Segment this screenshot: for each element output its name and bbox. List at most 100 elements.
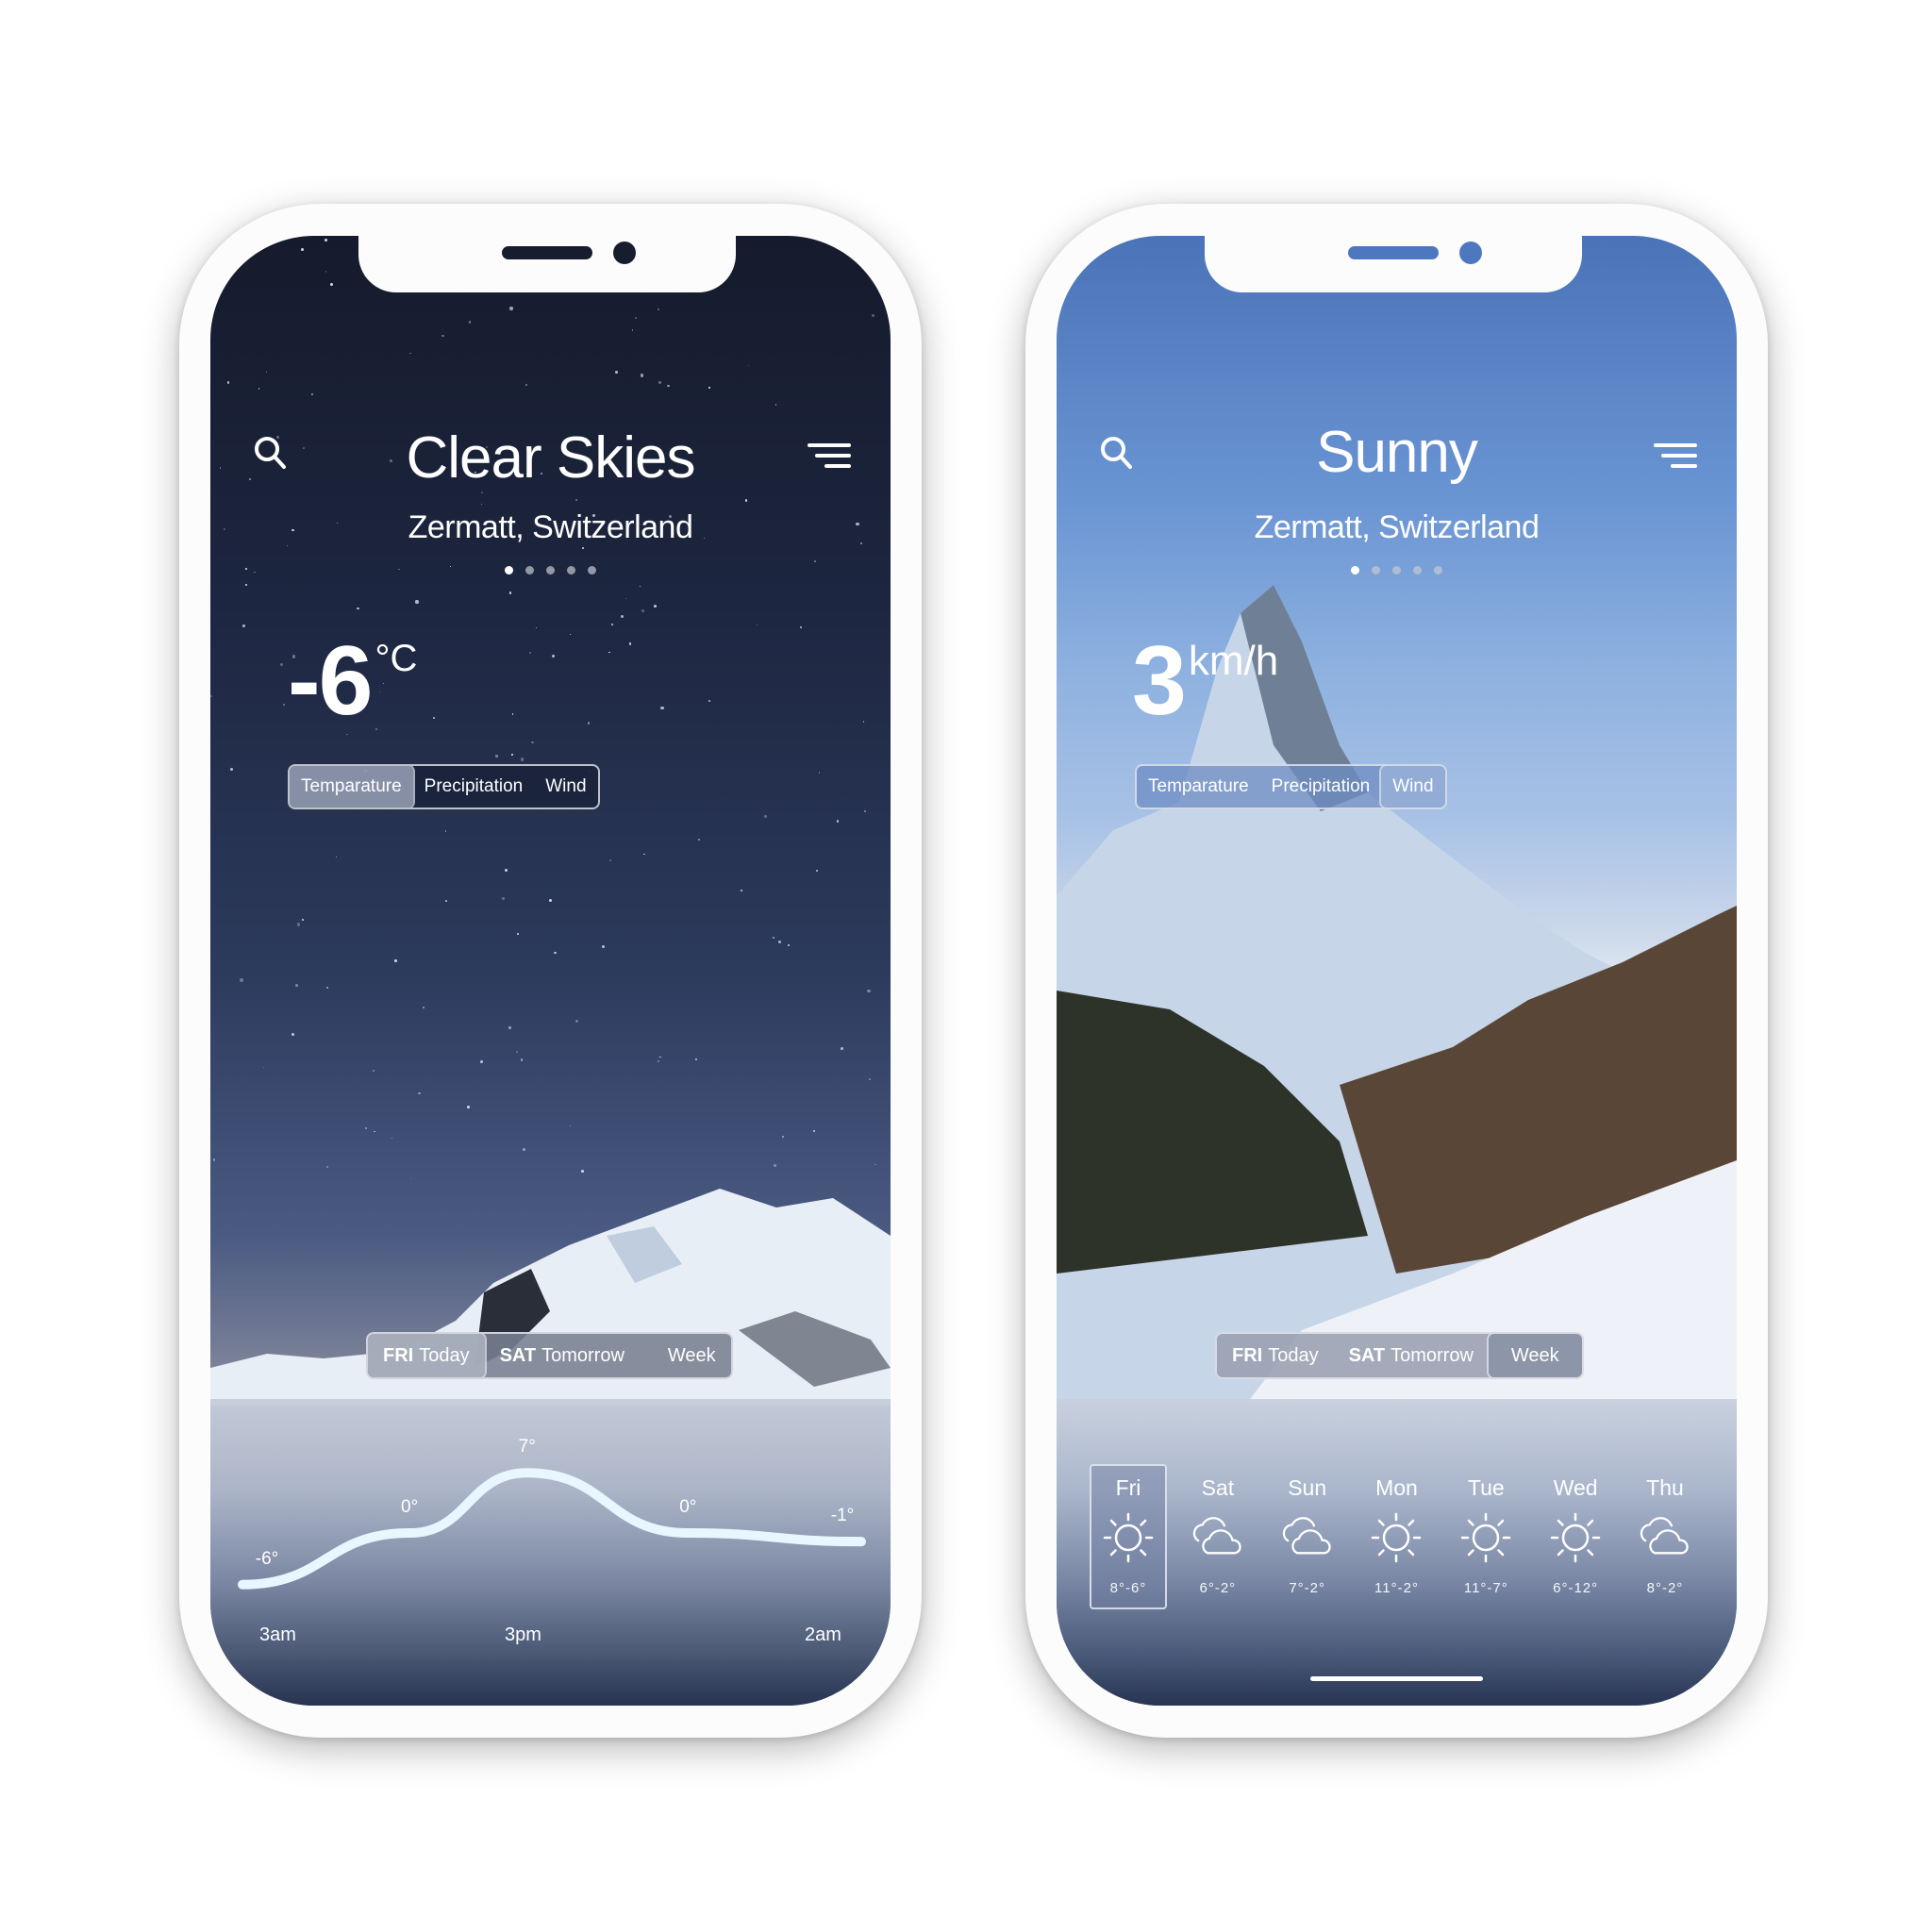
tab-wind[interactable]: Wind [534,766,597,808]
star [391,1138,393,1140]
page-dot[interactable] [1372,566,1380,575]
star [364,1126,367,1129]
hourly-temperature-chart: -6° 0° 7° 0° -1° [238,1437,866,1590]
page-dot[interactable] [1351,566,1359,575]
tab-tomorrow[interactable]: SAT Tomorrow [1334,1334,1489,1377]
data-label: -6° [256,1549,279,1569]
forecast-day-sun[interactable]: Sun 7°-2° [1269,1464,1346,1609]
forecast-day-wed[interactable]: Wed 6°-12° [1537,1464,1614,1609]
forecast-day-mon[interactable]: Mon 11°-2° [1357,1464,1435,1609]
tab-temperature[interactable]: Temparature [1137,766,1260,808]
forecast-day-name: Mon [1375,1475,1418,1500]
forecast-temp-range: 6°-12° [1553,1580,1599,1596]
tab-today[interactable]: FRI Today [368,1334,485,1377]
star [444,830,446,832]
star [643,853,645,856]
page-dot[interactable] [505,566,513,575]
page-dot[interactable] [525,566,534,575]
star [708,387,710,389]
star [641,374,644,377]
forecast-day-name: Wed [1553,1475,1598,1500]
star [469,321,472,324]
star [608,652,610,654]
page-indicator[interactable] [210,566,891,575]
star [814,560,817,563]
star [280,663,284,667]
star [230,767,233,771]
forecast-temp-range: 6°-2° [1199,1580,1237,1596]
star [535,626,537,628]
notch [1205,236,1582,292]
star [660,706,664,710]
star [813,1129,816,1132]
forecast-day-name: Thu [1646,1475,1684,1500]
notch [358,236,736,292]
star [520,758,525,761]
star [409,352,411,354]
star [747,364,750,367]
forecast-day-fri[interactable]: Fri 8°-6° [1090,1464,1167,1609]
star [658,381,661,384]
phone-right: Sunny Zermatt, Switzerland 3 km/h Tempar… [1025,204,1768,1738]
star [581,1169,584,1173]
star [620,614,624,618]
page-dot[interactable] [567,566,575,575]
star [245,584,248,587]
menu-icon[interactable] [1654,441,1699,472]
page-dot[interactable] [1434,566,1442,575]
cloud-icon [1638,1510,1692,1565]
star [774,404,777,407]
star [708,700,710,702]
page-dot[interactable] [1392,566,1401,575]
tab-tomorrow[interactable]: SAT Tomorrow [485,1334,640,1377]
page-dot[interactable] [588,566,596,575]
day-tabs: FRI Today SAT Tomorrow Week [366,1332,733,1379]
current-wind-speed: 3 km/h [1132,632,1278,730]
star [634,317,637,320]
page-indicator[interactable] [1057,566,1737,575]
forecast-day-thu[interactable]: Thu 8°-2° [1626,1464,1704,1609]
star [415,600,419,604]
star [778,941,781,943]
screen-day: Sunny Zermatt, Switzerland 3 km/h Tempar… [1057,236,1737,1706]
page-dot[interactable] [546,566,555,575]
x-tick-label: 3pm [505,1624,541,1645]
star [639,585,641,588]
tab-label: Week [667,1344,716,1366]
star [587,722,591,725]
star [872,313,875,318]
star [874,1163,877,1166]
tab-precipitation[interactable]: Precipitation [1260,766,1382,808]
forecast-day-sat[interactable]: Sat 6°-2° [1179,1464,1257,1609]
star [418,1091,421,1095]
tab-today[interactable]: FRI Today [1217,1334,1334,1377]
star [325,986,329,990]
star [772,937,774,940]
star [615,371,619,375]
tab-temperature[interactable]: Temparature [290,766,413,808]
star [330,283,334,287]
forecast-day-tue[interactable]: Tue 11°-7° [1447,1464,1524,1609]
tab-precipitation[interactable]: Precipitation [413,766,535,808]
home-indicator[interactable] [1310,1676,1483,1681]
tab-week[interactable]: Week [640,1334,731,1377]
menu-icon[interactable] [808,441,853,472]
star [504,868,508,872]
star [522,1148,525,1152]
star [741,890,742,891]
star [374,1130,375,1133]
forecast-temp-range: 11°-7° [1463,1580,1508,1596]
star [654,605,658,608]
star [554,951,557,954]
star [433,717,435,719]
star [864,810,867,813]
page-dot[interactable] [1413,566,1422,575]
star [856,237,858,240]
star [311,393,313,396]
tab-wind[interactable]: Wind [1381,766,1445,808]
star [774,1164,777,1168]
star [509,307,513,310]
star [530,741,534,744]
tab-day-abbr: SAT [499,1344,537,1366]
tab-week[interactable]: Week [1488,1334,1582,1377]
